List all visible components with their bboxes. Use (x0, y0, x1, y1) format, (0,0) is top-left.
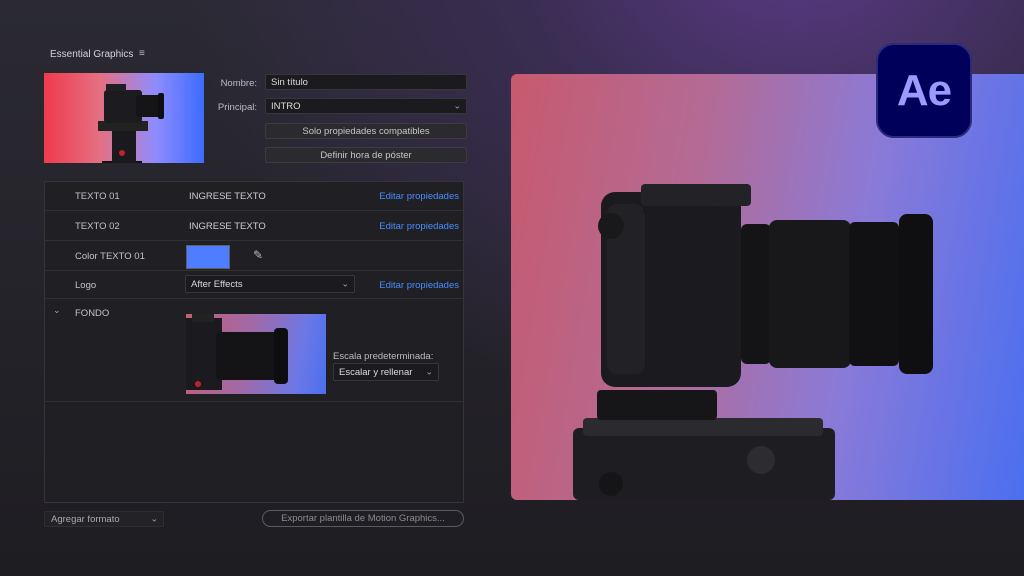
eyedropper-icon[interactable]: ✎ (253, 248, 263, 262)
chevron-down-icon: ⌄ (150, 513, 158, 524)
export-mogrt-button[interactable]: Exportar plantilla de Motion Graphics... (262, 510, 464, 527)
properties-panel: TEXTO 01 INGRESE TEXTO Editar propiedade… (44, 181, 464, 503)
name-input-value: Sin título (271, 76, 308, 88)
panel-title: Essential Graphics (50, 49, 134, 60)
poster-time-button[interactable]: Definir hora de póster (265, 147, 467, 163)
add-format-label: Agregar formato (51, 513, 120, 525)
logo-select-value: After Effects (191, 278, 243, 290)
edit-properties-link[interactable]: Editar propiedades (379, 221, 459, 232)
chevron-down-icon: ⌄ (453, 100, 461, 111)
name-input[interactable]: Sin título (265, 74, 467, 90)
property-row-color-texto-01: Color TEXTO 01 ✎ (45, 241, 463, 271)
edit-properties-link[interactable]: Editar propiedades (379, 280, 459, 291)
name-label: Nombre: (220, 78, 257, 89)
principal-label: Principal: (217, 102, 257, 113)
chevron-down-icon: ⌄ (341, 278, 349, 289)
scale-select[interactable]: Escalar y rellenar ⌄ (333, 363, 439, 381)
principal-select[interactable]: INTRO ⌄ (265, 98, 467, 114)
chevron-down-icon: ⌄ (425, 366, 433, 377)
collapse-chevron-icon[interactable]: ⌄ (53, 305, 61, 316)
logo-select[interactable]: After Effects ⌄ (185, 275, 355, 293)
background-thumbnail[interactable] (186, 314, 326, 394)
property-row-texto-02: TEXTO 02 INGRESE TEXTO Editar propiedade… (45, 211, 463, 241)
property-name: TEXTO 01 (75, 191, 120, 202)
compatible-properties-button[interactable]: Solo propiedades compatibles (265, 123, 467, 139)
scale-select-value: Escalar y rellenar (339, 366, 413, 378)
property-name: Logo (75, 280, 97, 291)
property-value[interactable]: INGRESE TEXTO (189, 221, 266, 232)
property-name: Color TEXTO 01 (75, 251, 145, 262)
add-format-select[interactable]: Agregar formato ⌄ (44, 511, 164, 527)
default-scale-label: Escala predeterminada: (333, 351, 434, 362)
principal-select-value: INTRO (271, 100, 301, 112)
property-row-logo: Logo After Effects ⌄ Editar propiedades (45, 271, 463, 299)
after-effects-logo: Ae (876, 43, 972, 138)
panel-menu-icon[interactable]: ≡ (139, 48, 145, 59)
property-row-fondo: ⌄ FONDO Escala predeterminada: Escalar y… (45, 299, 463, 402)
property-name: TEXTO 02 (75, 221, 120, 232)
property-name: FONDO (75, 308, 110, 319)
poster-thumbnail (44, 73, 204, 163)
edit-properties-link[interactable]: Editar propiedades (379, 191, 459, 202)
property-value[interactable]: INGRESE TEXTO (189, 191, 266, 202)
property-row-texto-01: TEXTO 01 INGRESE TEXTO Editar propiedade… (45, 182, 463, 211)
logo-text: Ae (896, 65, 952, 115)
color-swatch[interactable] (186, 245, 230, 269)
